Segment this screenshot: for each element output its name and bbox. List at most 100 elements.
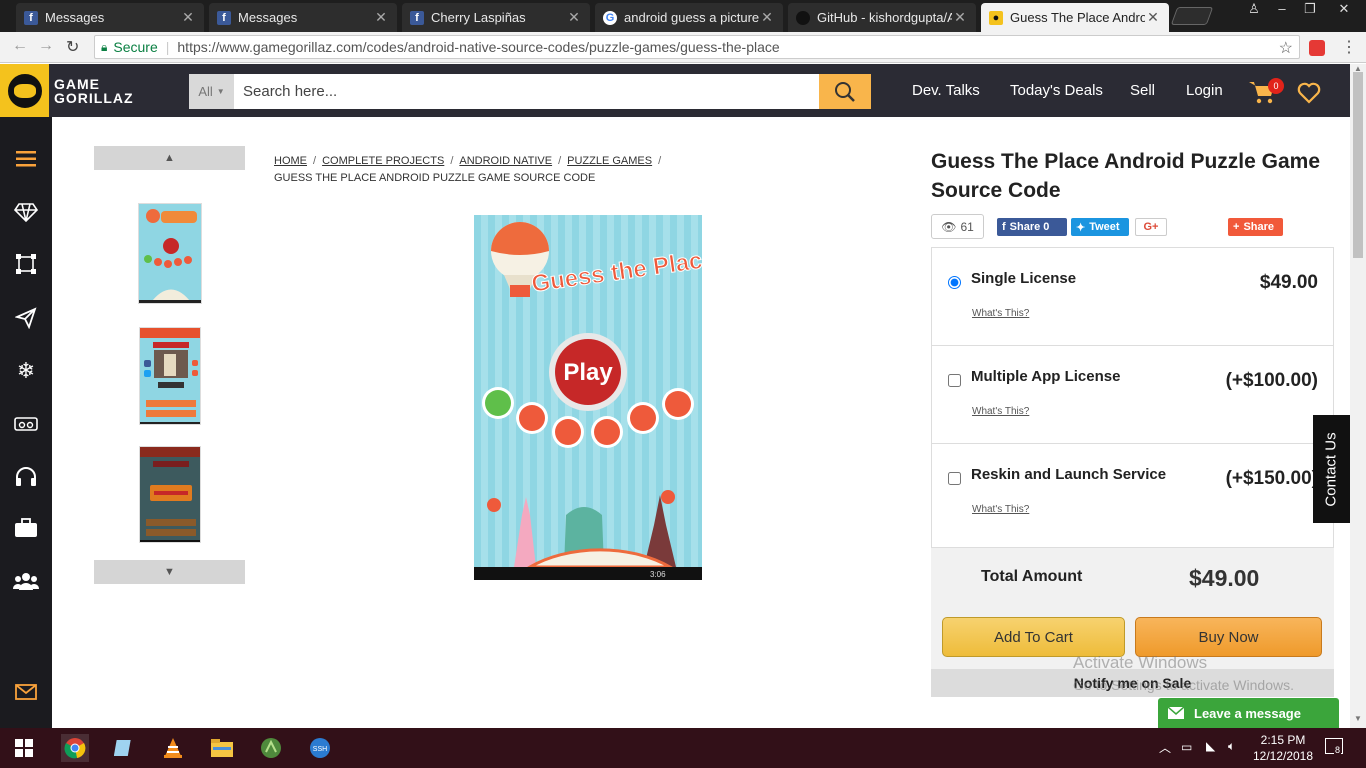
notepad-icon[interactable]: [110, 734, 138, 762]
briefcase-icon[interactable]: [13, 515, 39, 541]
close-tab-icon[interactable]: ✕: [566, 9, 582, 26]
scroll-down-icon[interactable]: ▼: [1350, 714, 1366, 726]
logo-text-line1: GAME: [54, 75, 100, 92]
bookmark-star-icon[interactable]: ☆: [1279, 38, 1293, 58]
tab-title: Guess The Place Android: [1010, 10, 1145, 25]
close-tab-icon[interactable]: ✕: [373, 9, 389, 26]
chrome-icon[interactable]: [61, 734, 89, 762]
breadcrumb-android-native[interactable]: ANDROID NATIVE: [459, 155, 552, 167]
back-icon[interactable]: ←: [12, 37, 28, 55]
extension-icon[interactable]: [1309, 40, 1325, 56]
menu-kebab-icon[interactable]: ⋮: [1341, 37, 1357, 57]
license-price: (+$150.00): [1225, 468, 1318, 489]
new-tab-button[interactable]: [1170, 7, 1214, 25]
tray-chevron-up-icon[interactable]: ︿: [1159, 739, 1171, 756]
nav-login[interactable]: Login: [1186, 82, 1223, 99]
thumbnail-3[interactable]: [139, 446, 201, 543]
vlc-icon[interactable]: [159, 734, 187, 762]
users-icon[interactable]: [13, 568, 39, 594]
thumbnail-down-button[interactable]: ▼: [94, 560, 245, 584]
svg-text:SSH: SSH: [313, 746, 327, 753]
snowflake-icon[interactable]: ❄: [13, 358, 39, 384]
breadcrumb-puzzle-games[interactable]: PUZZLE GAMES: [567, 155, 652, 167]
taskbar-clock[interactable]: 2:15 PM 12/12/2018: [1252, 732, 1314, 764]
wifi-icon[interactable]: ◣: [1206, 739, 1215, 753]
browser-tab[interactable]: f Messages ✕: [209, 3, 397, 32]
user-icon[interactable]: ♙: [1240, 0, 1268, 20]
play-button-label: Play: [563, 359, 613, 386]
share-button[interactable]: + Share: [1228, 218, 1283, 236]
breadcrumb-separator: /: [658, 155, 662, 167]
whats-this-link[interactable]: What's This?: [972, 308, 1029, 319]
license-option-single[interactable]: Single License $49.00 What's This?: [932, 248, 1333, 346]
browser-tab[interactable]: GitHub - kishordgupta/A ✕: [788, 3, 976, 32]
tab-title: GitHub - kishordgupta/A: [817, 10, 952, 25]
diamond-icon[interactable]: [13, 199, 39, 225]
site-logo[interactable]: GAME GORILLAZ: [0, 64, 145, 117]
thumbnail-up-button[interactable]: ▲: [94, 146, 245, 170]
nav-sell[interactable]: Sell: [1130, 82, 1155, 99]
restore-icon[interactable]: ❐: [1296, 0, 1324, 20]
close-tab-icon[interactable]: ✕: [180, 9, 196, 26]
license-checkbox[interactable]: [948, 374, 961, 387]
breadcrumb-home[interactable]: HOME: [274, 155, 307, 167]
action-center-icon[interactable]: 8: [1325, 738, 1343, 755]
browser-tab-active[interactable]: ● Guess The Place Android ✕: [981, 3, 1169, 32]
thumbnail-2[interactable]: [139, 327, 201, 425]
product-main-image[interactable]: Guess the Place Play 3:06: [474, 215, 702, 580]
wishlist-heart-icon[interactable]: [1297, 82, 1321, 104]
page-scrollbar[interactable]: ▲ ▼: [1350, 64, 1366, 728]
close-tab-icon[interactable]: ✕: [952, 9, 968, 26]
whats-this-link[interactable]: What's This?: [972, 406, 1029, 417]
license-radio[interactable]: [948, 276, 961, 289]
search-input[interactable]: [234, 74, 819, 109]
battery-icon[interactable]: ▭: [1181, 740, 1192, 754]
thumbnail-1[interactable]: [138, 203, 202, 304]
url-field[interactable]: 🔒︎ Secure | https://www.gamegorillaz.com…: [94, 35, 1300, 59]
tweet-button[interactable]: ✦ Tweet: [1071, 218, 1129, 236]
buy-now-button[interactable]: Buy Now: [1135, 617, 1322, 657]
headphones-icon[interactable]: [13, 464, 39, 490]
reload-icon[interactable]: ↻: [66, 37, 79, 57]
whats-this-link[interactable]: What's This?: [972, 504, 1029, 515]
leave-message-widget[interactable]: Leave a message: [1158, 698, 1339, 728]
nav-dev-talks[interactable]: Dev. Talks: [912, 82, 980, 99]
browser-tab[interactable]: f Messages ✕: [16, 3, 204, 32]
contact-us-tab[interactable]: Contact Us: [1313, 415, 1350, 523]
search-category-select[interactable]: All ▼: [189, 74, 234, 109]
windows-start-icon[interactable]: [10, 734, 38, 762]
license-option-multiple[interactable]: Multiple App License (+$100.00) What's T…: [932, 346, 1333, 444]
ssh-icon[interactable]: SSH: [306, 734, 334, 762]
google-plus-button[interactable]: G+: [1135, 218, 1167, 236]
mail-icon[interactable]: [13, 679, 39, 705]
add-to-cart-button[interactable]: Add To Cart: [942, 617, 1125, 657]
android-studio-icon[interactable]: [257, 734, 285, 762]
license-name: Single License: [971, 270, 1077, 287]
browser-tab[interactable]: f Cherry Laspiñas ✕: [402, 3, 590, 32]
license-checkbox[interactable]: [948, 472, 961, 485]
browser-tab[interactable]: G android guess a picture s ✕: [595, 3, 783, 32]
total-label: Total Amount: [981, 568, 1083, 585]
activate-windows-hint: Go to Settings to activate Windows.: [1073, 677, 1294, 693]
breadcrumb-complete-projects[interactable]: COMPLETE PROJECTS: [322, 155, 444, 167]
menu-icon[interactable]: [13, 146, 39, 172]
vr-icon[interactable]: [13, 411, 39, 437]
send-icon[interactable]: [13, 305, 39, 331]
twitter-bird-icon: ✦: [1076, 221, 1086, 234]
facebook-share-button[interactable]: f Share 0: [997, 218, 1067, 236]
google-plus-label: G+: [1143, 221, 1159, 233]
crop-icon[interactable]: [13, 251, 39, 277]
close-tab-icon[interactable]: ✕: [759, 9, 775, 26]
status-bar-time: 3:06: [650, 570, 666, 579]
license-option-reskin[interactable]: Reskin and Launch Service (+$150.00) Wha…: [932, 444, 1333, 547]
search-button[interactable]: [819, 74, 871, 109]
volume-icon[interactable]: 🔈︎: [1228, 739, 1235, 754]
close-tab-icon[interactable]: ✕: [1145, 9, 1161, 26]
close-window-icon[interactable]: ✕: [1330, 0, 1358, 20]
forward-icon[interactable]: →: [38, 37, 54, 55]
minimize-icon[interactable]: –: [1268, 0, 1296, 20]
file-explorer-icon[interactable]: [208, 734, 236, 762]
windows-taskbar: SSH ︿ ▭ ◣ 🔈︎ 2:15 PM 12/12/2018 8: [0, 728, 1366, 768]
scrollbar-thumb[interactable]: [1353, 72, 1363, 258]
nav-todays-deals[interactable]: Today's Deals: [1010, 82, 1103, 99]
